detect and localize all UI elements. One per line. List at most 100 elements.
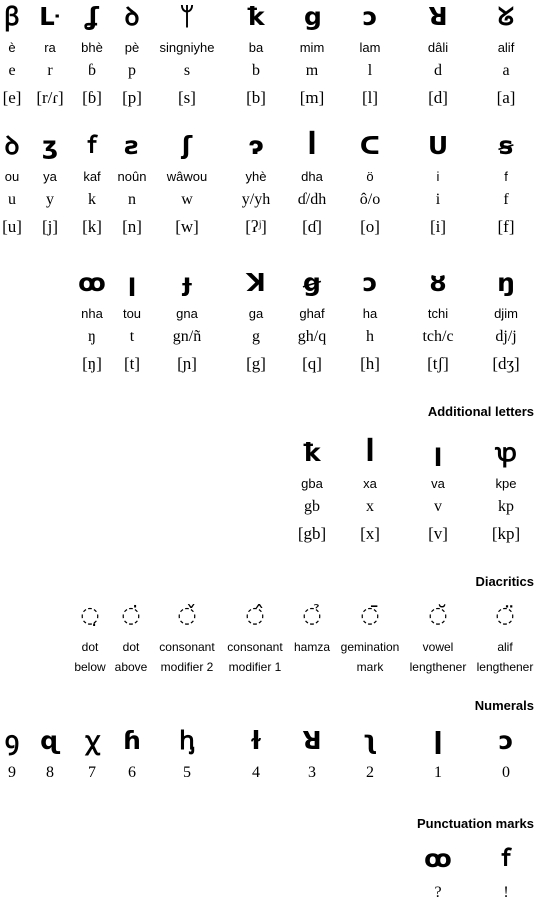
letter-roman: f [503,191,509,208]
diacritic-label: lengthener [409,660,467,674]
letter-roman: ɗ/dh [297,191,327,208]
letter-ipa: [k] [82,217,102,236]
letter-ipa: [j] [41,217,59,236]
letter-name: djim [494,306,518,321]
diacritic-label: above [114,660,148,674]
letter-roman: a [502,62,510,79]
letter-glyph: ᛘ [179,2,195,31]
letter-name: ya [43,169,57,184]
letter-roman: tch/c [422,328,454,345]
diacritic-label: hamza [293,640,331,654]
letter-name: nha [81,306,103,321]
letter-glyph: ʒ [41,131,59,160]
letter-glyph: ᑕ [359,131,381,160]
letter-glyph: ᑌ [427,131,449,160]
diacritic-glyph: ◌̣ [80,603,100,628]
letter-roman: y/yh [241,191,271,208]
letter-glyph: ꟾ [365,438,375,467]
letter-roman: p [128,62,136,79]
letter-glyph: ꞁ [127,268,137,297]
letter-glyph: ꝺ [124,2,140,31]
letter-glyph: ȣ [429,268,447,297]
letter-ipa: [kp] [491,524,521,543]
letter-roman: gn/ñ [172,328,202,345]
letter-ipa: [tʃ] [427,354,449,373]
letter-name: alif [497,40,515,55]
letter-glyph: ց [303,2,321,31]
letter-roman: k [88,191,96,208]
section-heading-punctuation: Punctuation marks [416,816,534,831]
letter-glyph: ʃ [181,131,193,160]
diacritic-glyph: ◌̉ [302,603,322,628]
letter-roman: h [366,328,374,345]
letter-name: tchi [427,306,449,321]
numeral-glyph: ʅ [362,726,378,755]
letter-name: f [504,169,508,184]
letter-ipa: [s] [178,88,196,107]
letter-glyph: ꝺ [4,131,20,160]
letter-name: gba [301,476,323,491]
numeral-glyph: ɋ [40,726,60,755]
numeral-glyph: ǀ [433,726,443,755]
letter-glyph: ꟾ [307,131,317,160]
letter-roman: u [8,191,16,208]
numeral-glyph: ɫ [249,726,263,755]
letter-roman: s [183,62,191,79]
letter-glyph: ꬵ [87,131,97,160]
diacritic-label: lengthener [476,660,534,674]
letter-name: ra [44,40,56,55]
letter-glyph: ʆ [85,2,99,31]
letter-roman: r [47,62,53,79]
letter-roman: gb [304,498,320,515]
letter-name: dâli [427,40,449,55]
letter-name: yhè [245,169,267,184]
letter-name: ou [4,169,20,184]
letter-roman: w [181,191,193,208]
letter-ipa: [h] [360,354,380,373]
letter-glyph: ᒷ [39,2,61,31]
letter-name: lam [359,40,381,55]
numeral-digit: 4 [252,764,260,781]
letter-roman: dj/j [495,328,517,345]
letter-ipa: [ŋ] [82,354,102,373]
section-heading-diacritics: Diacritics [475,574,534,589]
diacritic-glyph: ◌̈ [495,603,515,628]
numeral-digit: 7 [88,764,96,781]
numeral-digit: 2 [366,764,374,781]
diacritic-glyph: ◌̌ [177,603,197,628]
letter-roman: n [128,191,136,208]
letter-glyph: ꞩ [498,131,514,160]
letter-name: xa [363,476,377,491]
letter-name: i [436,169,440,184]
letter-roman: d [434,62,442,79]
letter-roman: l [367,62,373,79]
letter-ipa: [a] [496,88,516,107]
letter-name: noûn [117,169,147,184]
numeral-digit: 6 [128,764,136,781]
letter-glyph: ꝕ [495,438,517,467]
letter-name: ö [366,169,374,184]
diacritic-label: alif [497,640,513,654]
letter-name: ga [248,306,264,321]
letter-name: pè [124,40,140,55]
diacritic-glyph: ◌̄ [360,603,380,628]
letter-roman: gh/q [297,328,327,345]
letter-ipa: [g] [246,354,266,373]
letter-glyph: ꓘ [246,268,266,297]
letter-ipa: [t] [123,354,141,373]
letter-glyph: ɂ [248,131,264,160]
letter-ipa: [r/ɾ] [36,88,64,107]
letter-name: tou [122,306,142,321]
punctuation-mark: ? [434,884,442,901]
letter-roman: i [435,191,441,208]
punctuation-mark: ! [503,884,509,901]
letter-ipa: [ɗ] [302,217,322,236]
diacritic-label: modifier 2 [160,660,214,674]
numeral-glyph: ↄ [498,726,514,755]
letter-glyph: ↄ [362,268,378,297]
letter-glyph: ꝁ [247,2,265,31]
letter-roman: b [252,62,260,79]
diacritic-label: consonant [227,640,283,654]
letter-ipa: [i] [429,217,447,236]
letter-glyph: ᘜ [497,2,515,31]
